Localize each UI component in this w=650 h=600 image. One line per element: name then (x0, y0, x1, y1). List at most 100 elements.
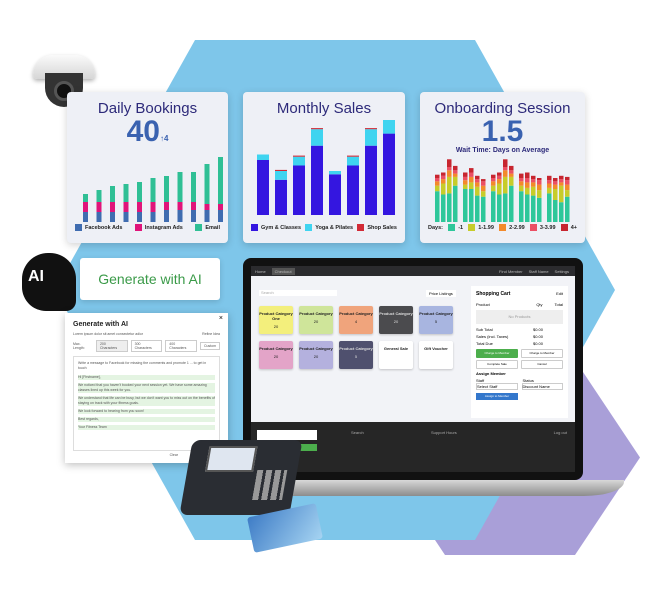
daily-bookings-card: Daily Bookings 40↑4 Facebook Ads Instagra… (67, 92, 228, 243)
status-select[interactable]: Discount Name (521, 383, 563, 390)
length-option[interactable]: 200 Characters (95, 340, 128, 352)
bar-segment (275, 171, 287, 180)
bar-segment (481, 196, 486, 222)
bar-segment (453, 165, 458, 171)
price-listings-button[interactable]: Price Listings (426, 290, 456, 297)
bar-segment (553, 189, 558, 200)
legend-label: Gym & Classes (261, 224, 302, 231)
tile-count: 20 (273, 324, 279, 329)
bar-segment (329, 174, 341, 215)
assign-member-button[interactable]: Assign to Member (476, 393, 518, 400)
category-tile[interactable]: General Sale (379, 341, 413, 369)
clear-button[interactable]: Clear (170, 453, 178, 457)
category-tile[interactable]: Product Category 20 (299, 306, 333, 334)
bar-segment (565, 184, 570, 191)
category-tile[interactable]: Product Category 5 (339, 341, 373, 369)
tile-label: General Sale (383, 346, 409, 351)
bar-segment (469, 182, 474, 189)
bar-segment (547, 187, 552, 194)
legend-swatch (499, 224, 507, 231)
bar-segment (311, 145, 323, 215)
category-tile[interactable]: Product Category 4 (339, 306, 373, 334)
category-tile[interactable]: Product Category 20 (299, 341, 333, 369)
tab-home[interactable]: Home (255, 269, 266, 274)
generated-text-area[interactable]: Write a message to Facebook for missing … (73, 356, 220, 451)
bar-segment (503, 193, 508, 222)
bar-segment (547, 183, 552, 188)
bar-segment (537, 197, 542, 222)
bar-segment (519, 178, 524, 182)
category-tile[interactable]: Gift Voucher (419, 341, 453, 369)
legend-item: Instagram Ads (134, 224, 183, 231)
charge-member-button-2[interactable]: Charge to Member (521, 349, 563, 358)
refine-link[interactable]: Refine Idea (202, 332, 220, 336)
close-icon[interactable]: × (219, 315, 223, 322)
tile-count: 5 (434, 319, 438, 324)
bar-segment (519, 185, 524, 192)
bar-segment (491, 174, 496, 178)
legend-swatch (468, 224, 476, 231)
legend-label: 2-2.99 (509, 224, 525, 231)
terminal-screen (204, 446, 258, 472)
bar-segment (191, 172, 196, 202)
charge-member-button[interactable]: Charge to Member (476, 349, 518, 358)
bar-segment (347, 156, 359, 166)
bar-segment (469, 172, 474, 177)
category-tile[interactable]: Product Category 20 (259, 341, 293, 369)
bar-segment (475, 195, 480, 222)
bar-segment (150, 212, 156, 222)
bar-segment (293, 156, 305, 166)
search-input[interactable]: Search (259, 290, 337, 296)
bar-segment (137, 212, 142, 222)
bar-segment (463, 184, 468, 189)
bar-segment (547, 175, 552, 181)
bar-segment (441, 179, 446, 184)
bar-segment (537, 190, 542, 198)
legend-swatch (251, 224, 258, 231)
legend-item: Facebook Ads (75, 224, 122, 231)
bar-segment (509, 176, 514, 186)
length-option[interactable]: 300 Characters (130, 340, 163, 352)
bar-segment (531, 186, 536, 196)
category-tile[interactable]: Product Category 5 (419, 306, 453, 334)
bar-segment (519, 181, 524, 186)
bar-segment (481, 185, 486, 192)
length-option[interactable]: 400 Characters (165, 340, 197, 352)
legend-label: Yoga & Pilates (315, 224, 354, 231)
bar-segment (463, 180, 468, 185)
find-member-input[interactable]: Find Member (499, 269, 523, 274)
bar-segment (218, 157, 223, 204)
category-tile[interactable]: Product Category 20 (379, 306, 413, 334)
tab-checkout[interactable]: Checkout (271, 267, 295, 275)
bar-segment (441, 183, 446, 195)
bar-segment (177, 202, 183, 210)
bar-segment (537, 180, 542, 185)
bar-segment (447, 193, 452, 222)
edit-button[interactable]: Edit (556, 291, 563, 297)
tile-label: Product Category (379, 311, 413, 316)
bar-segment (204, 164, 210, 204)
monthly-sales-card: Monthly Sales Gym & Classes Yoga & Pilate… (243, 92, 405, 243)
bar-segment (525, 178, 530, 183)
dialog-subtitle: Lorem ipsum dolor sit amet consectetur a… (73, 332, 144, 336)
logout-link[interactable]: Log out (554, 430, 567, 435)
cart-title: Shopping Cart (476, 291, 511, 297)
bar-segment (497, 194, 502, 222)
bar-segment (481, 179, 486, 182)
bar-segment (96, 190, 102, 202)
bar-segment (503, 159, 508, 167)
cancel-button[interactable]: Cancel (521, 360, 563, 369)
category-tile[interactable]: Product Category One 20 (259, 306, 293, 334)
footer-input[interactable] (257, 430, 317, 440)
footer-heading: Support Hours (431, 430, 457, 435)
generate-ai-bubble[interactable]: Generate with AI (80, 258, 220, 300)
staff-select[interactable]: Select Staff (476, 383, 518, 390)
user-name[interactable]: Staff Name (529, 269, 549, 274)
bar-segment (509, 185, 514, 222)
bar-segment (503, 176, 508, 194)
tile-label: Gift Voucher (424, 346, 448, 351)
settings-link[interactable]: Settings (555, 269, 569, 274)
complete-sale-button[interactable]: Complete Sale (476, 360, 518, 369)
bar-segment (559, 179, 564, 183)
length-option[interactable]: Custom (199, 342, 221, 350)
